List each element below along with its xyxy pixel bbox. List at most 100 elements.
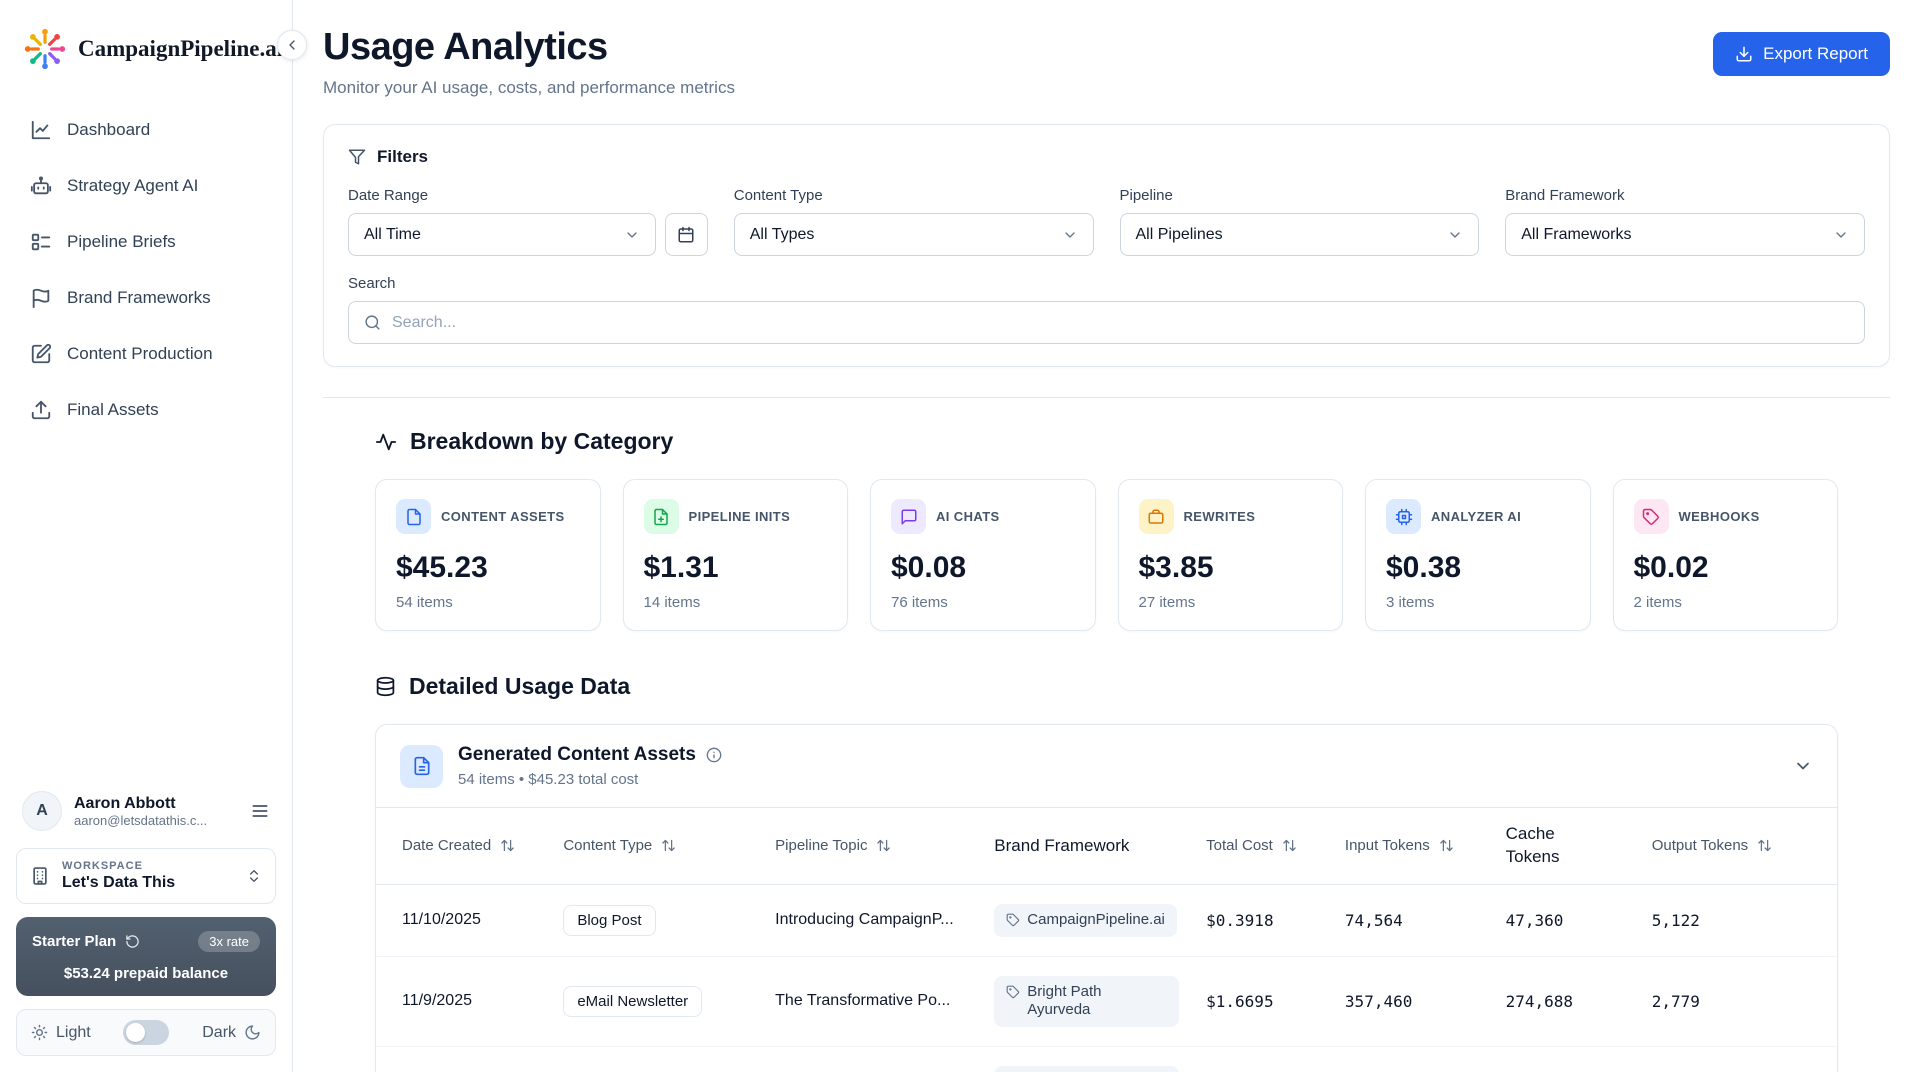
app-logo[interactable]: CampaignPipeline.ai: [0, 0, 292, 100]
category-value: $3.85: [1139, 551, 1323, 585]
category-value: $0.02: [1634, 551, 1818, 585]
plan-name: Starter Plan: [32, 933, 116, 950]
table-header-row: Date Created Content Type Pipeline Topic: [376, 808, 1837, 885]
header-brand-framework: Brand Framework: [982, 808, 1194, 885]
category-items: 2 items: [1634, 594, 1818, 611]
sidebar-item-label: Final Assets: [67, 400, 159, 420]
plan-balance: $53.24 prepaid balance: [32, 965, 260, 982]
date-range-value: All Time: [364, 226, 421, 244]
filter-content-type: Content Type All Types: [734, 187, 1094, 256]
usage-card: Generated Content Assets 54 items • $45.…: [375, 724, 1838, 1072]
category-card-content-assets[interactable]: CONTENT ASSETS $45.23 54 items: [375, 479, 601, 631]
sort-header-input-tokens[interactable]: Input Tokens: [1345, 837, 1454, 854]
sort-header-content-type[interactable]: Content Type: [563, 837, 676, 854]
sidebar-item-final-assets[interactable]: Final Assets: [16, 386, 276, 434]
export-report-button[interactable]: Export Report: [1713, 32, 1890, 76]
cell-cache-tokens: 47,360: [1494, 884, 1640, 956]
sort-icon: [500, 838, 515, 853]
sidebar-item-strategy-agent[interactable]: Strategy Agent AI: [16, 162, 276, 210]
sidebar-item-dashboard[interactable]: Dashboard: [16, 106, 276, 154]
category-card-rewrites[interactable]: REWRITES $3.85 27 items: [1118, 479, 1344, 631]
category-cards: CONTENT ASSETS $45.23 54 items PIPELINE …: [375, 479, 1838, 631]
column-label: Date Created: [402, 837, 491, 854]
table-row[interactable]: 11/9/2025 FAQs / Q&A The Transformative …: [376, 1047, 1837, 1072]
app-name: CampaignPipeline.ai: [78, 36, 283, 62]
theme-toggle-row: Light Dark: [16, 1009, 276, 1056]
category-label: REWRITES: [1184, 509, 1256, 524]
table-row[interactable]: 11/9/2025 eMail Newsletter The Transform…: [376, 956, 1837, 1047]
theme-dark-label: Dark: [202, 1024, 261, 1042]
sort-icon: [1282, 838, 1297, 853]
switch-knob: [126, 1023, 145, 1042]
page-subtitle: Monitor your AI usage, costs, and perfor…: [323, 78, 735, 98]
file-icon: [396, 499, 431, 534]
brand-framework-value: All Frameworks: [1521, 226, 1631, 244]
sort-header-output-tokens[interactable]: Output Tokens: [1652, 837, 1772, 854]
category-label: WEBHOOKS: [1679, 509, 1760, 524]
category-card-analyzer-ai[interactable]: ANALYZER AI $0.38 3 items: [1365, 479, 1591, 631]
search-input[interactable]: [392, 314, 1849, 332]
sort-header-total-cost[interactable]: Total Cost: [1206, 837, 1297, 854]
category-card-webhooks[interactable]: WEBHOOKS $0.02 2 items: [1613, 479, 1839, 631]
funnel-icon: [348, 148, 366, 166]
pipeline-select[interactable]: All Pipelines: [1120, 213, 1480, 256]
column-label: Cache Tokens: [1506, 823, 1576, 869]
checklist-icon: [30, 231, 52, 253]
filters-title: Filters: [377, 147, 428, 167]
sidebar-item-brand-frameworks[interactable]: Brand Frameworks: [16, 274, 276, 322]
brand-framework-select[interactable]: All Frameworks: [1505, 213, 1865, 256]
tag-icon: [1006, 985, 1020, 999]
category-card-ai-chats[interactable]: AI CHATS $0.08 76 items: [870, 479, 1096, 631]
theme-light-label: Light: [31, 1024, 91, 1042]
calendar-button[interactable]: [665, 213, 708, 256]
sidebar-collapse-button[interactable]: [277, 30, 307, 60]
info-icon[interactable]: [706, 747, 722, 763]
cell-pipeline-topic: Introducing CampaignP...: [763, 884, 982, 956]
refresh-icon[interactable]: [125, 934, 140, 949]
chat-bubble-icon: [891, 499, 926, 534]
brand-framework-badge: Bright Path Ayurveda: [994, 1066, 1179, 1072]
sort-icon: [876, 838, 891, 853]
sidebar: CampaignPipeline.ai Dashboard Strategy A…: [0, 0, 293, 1072]
workspace-label: WORKSPACE: [62, 860, 234, 872]
calendar-icon: [677, 226, 695, 244]
user-menu-button[interactable]: [250, 801, 270, 821]
cell-input-tokens: 357,460: [1333, 956, 1494, 1047]
user-name: Aaron Abbott: [74, 795, 238, 813]
edit-square-icon: [30, 343, 52, 365]
main-content: Usage Analytics Monitor your AI usage, c…: [293, 0, 1920, 1072]
sidebar-item-label: Pipeline Briefs: [67, 232, 176, 252]
date-range-select[interactable]: All Time: [348, 213, 656, 256]
flag-icon: [30, 287, 52, 309]
category-value: $45.23: [396, 551, 580, 585]
category-items: 27 items: [1139, 594, 1323, 611]
chevron-down-icon: [1833, 227, 1849, 243]
sort-header-date-created[interactable]: Date Created: [402, 837, 515, 854]
cell-total-cost: $1.6695: [1194, 956, 1333, 1047]
column-label: Pipeline Topic: [775, 837, 867, 854]
cell-output-tokens: 2,956: [1640, 1047, 1837, 1072]
usage-group-header[interactable]: Generated Content Assets 54 items • $45.…: [376, 725, 1837, 807]
sidebar-item-content-production[interactable]: Content Production: [16, 330, 276, 378]
usage-section-title: Detailed Usage Data: [409, 673, 630, 700]
category-card-pipeline-inits[interactable]: PIPELINE INITS $1.31 14 items: [623, 479, 849, 631]
theme-switch[interactable]: [123, 1020, 169, 1045]
sort-header-pipeline-topic[interactable]: Pipeline Topic: [775, 837, 891, 854]
category-label: CONTENT ASSETS: [441, 509, 565, 524]
plan-card: Starter Plan 3x rate $53.24 prepaid bala…: [16, 917, 276, 996]
user-account-row[interactable]: A Aaron Abbott aaron@letsdatathis.c...: [16, 787, 276, 835]
table-row[interactable]: 11/10/2025 Blog Post Introducing Campaig…: [376, 884, 1837, 956]
light-label-text: Light: [56, 1024, 91, 1042]
sidebar-nav: Dashboard Strategy Agent AI Pipeline Bri…: [0, 100, 292, 440]
sidebar-item-pipeline-briefs[interactable]: Pipeline Briefs: [16, 218, 276, 266]
content-type-select[interactable]: All Types: [734, 213, 1094, 256]
workspace-meta: WORKSPACE Let's Data This: [62, 860, 234, 892]
activity-icon: [375, 431, 397, 453]
chevron-down-icon[interactable]: [1793, 756, 1813, 776]
workspace-selector[interactable]: WORKSPACE Let's Data This: [16, 848, 276, 904]
sidebar-item-label: Content Production: [67, 344, 213, 364]
cell-total-cost: $0.9692: [1194, 1047, 1333, 1072]
sort-icon: [1439, 838, 1454, 853]
brand-name: Bright Path Ayurveda: [1027, 983, 1167, 1021]
filters-grid: Date Range All Time: [348, 187, 1865, 256]
